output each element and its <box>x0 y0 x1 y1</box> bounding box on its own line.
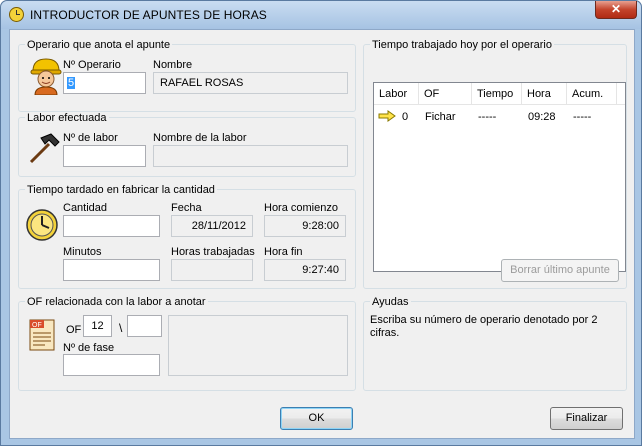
cantidad-label: Cantidad <box>63 202 108 214</box>
col-of[interactable]: OF <box>419 83 472 105</box>
num-labor-label: Nº de labor <box>63 132 118 144</box>
of-legend: OF relacionada con la labor a anotar <box>25 296 208 308</box>
operario-legend: Operario que anota el apunte <box>25 39 173 51</box>
ayudas-group: Ayudas Escriba su número de operario den… <box>363 296 627 391</box>
row-acum: ----- <box>573 111 592 123</box>
horas-trabajadas-field <box>171 259 253 281</box>
trabajado-legend: Tiempo trabajado hoy por el operario <box>370 39 554 51</box>
row-of: Fichar <box>425 111 456 123</box>
col-labor[interactable]: Labor <box>374 83 419 105</box>
table-row[interactable]: 0 Fichar ----- 09:28 ----- <box>374 107 625 125</box>
window-title: INTRODUCTOR DE APUNTES DE HORAS <box>30 8 267 22</box>
nombre-labor-label: Nombre de la labor <box>153 132 247 144</box>
arrow-right-icon <box>378 110 396 122</box>
dialog-client: Operario que anota el apunte Nº Operario… <box>9 29 635 439</box>
hora-comienzo-field: 9:28:00 <box>264 215 346 237</box>
app-window: INTRODUCTOR DE APUNTES DE HORAS ✕ Operar… <box>0 0 642 446</box>
of-input[interactable]: 12 <box>83 315 112 337</box>
close-button[interactable]: ✕ <box>595 1 637 19</box>
num-labor-input[interactable] <box>63 145 146 167</box>
nombre-operario-label: Nombre <box>153 59 193 71</box>
row-tiempo: ----- <box>478 111 497 123</box>
minutos-input[interactable] <box>63 259 160 281</box>
hora-fin-label: Hora fin <box>264 246 303 258</box>
hora-fin-field: 9:27:40 <box>264 259 346 281</box>
fecha-label: Fecha <box>171 202 202 214</box>
finalizar-button[interactable]: Finalizar <box>550 407 623 430</box>
ayudas-legend: Ayudas <box>370 296 411 308</box>
clock-icon <box>9 7 24 22</box>
hora-comienzo-label: Hora comienzo <box>264 202 338 214</box>
cantidad-input[interactable] <box>63 215 160 237</box>
apuntes-list[interactable]: Labor OF Tiempo Hora Acum. 0 Fichar ----… <box>373 82 626 272</box>
of-label: OF <box>66 324 82 336</box>
ayudas-text: Escriba su número de operario denotado p… <box>370 314 598 339</box>
col-hora[interactable]: Hora <box>522 83 567 105</box>
list-header: Labor OF Tiempo Hora Acum. <box>374 83 625 105</box>
nombre-operario-field: RAFAEL ROSAS <box>153 72 348 94</box>
row-hora: 09:28 <box>528 111 556 123</box>
fecha-field: 28/11/2012 <box>171 215 253 237</box>
num-operario-input[interactable]: 5 <box>63 72 146 94</box>
clock-icon <box>26 209 58 241</box>
fase-label: Nº de fase <box>63 342 115 354</box>
labor-group: Labor efectuada Nº de labor Nombre de la… <box>18 112 356 177</box>
document-icon-text: OF <box>32 322 42 329</box>
of-group: OF relacionada con la labor a anotar OF … <box>18 296 356 391</box>
col-tiempo[interactable]: Tiempo <box>472 83 522 105</box>
row-labor: 0 <box>402 111 409 123</box>
hammer-icon <box>29 133 60 164</box>
labor-legend: Labor efectuada <box>25 112 109 124</box>
title-bar[interactable]: INTRODUCTOR DE APUNTES DE HORAS ✕ <box>1 1 641 29</box>
minutos-label: Minutos <box>63 246 102 258</box>
num-operario-label: Nº Operario <box>63 59 121 71</box>
tiempo-group: Tiempo tardado en fabricar la cantidad C… <box>18 184 356 289</box>
tiempo-legend: Tiempo tardado en fabricar la cantidad <box>25 184 217 196</box>
worker-icon <box>30 58 62 95</box>
num-operario-value: 5 <box>67 77 76 89</box>
col-acum[interactable]: Acum. <box>567 83 617 105</box>
borrar-ultimo-apunte-button[interactable]: Borrar último apunte <box>501 259 619 282</box>
of-description-field <box>168 315 348 376</box>
fase-input[interactable] <box>63 354 160 376</box>
operario-group: Operario que anota el apunte Nº Operario… <box>18 39 356 112</box>
ok-button[interactable]: OK <box>280 407 353 430</box>
of-separator: \ <box>119 321 123 335</box>
nombre-labor-field <box>153 145 348 167</box>
horas-trabajadas-label: Horas trabajadas <box>171 246 255 258</box>
document-icon: OF <box>29 319 55 351</box>
of-input-2[interactable] <box>127 315 162 337</box>
